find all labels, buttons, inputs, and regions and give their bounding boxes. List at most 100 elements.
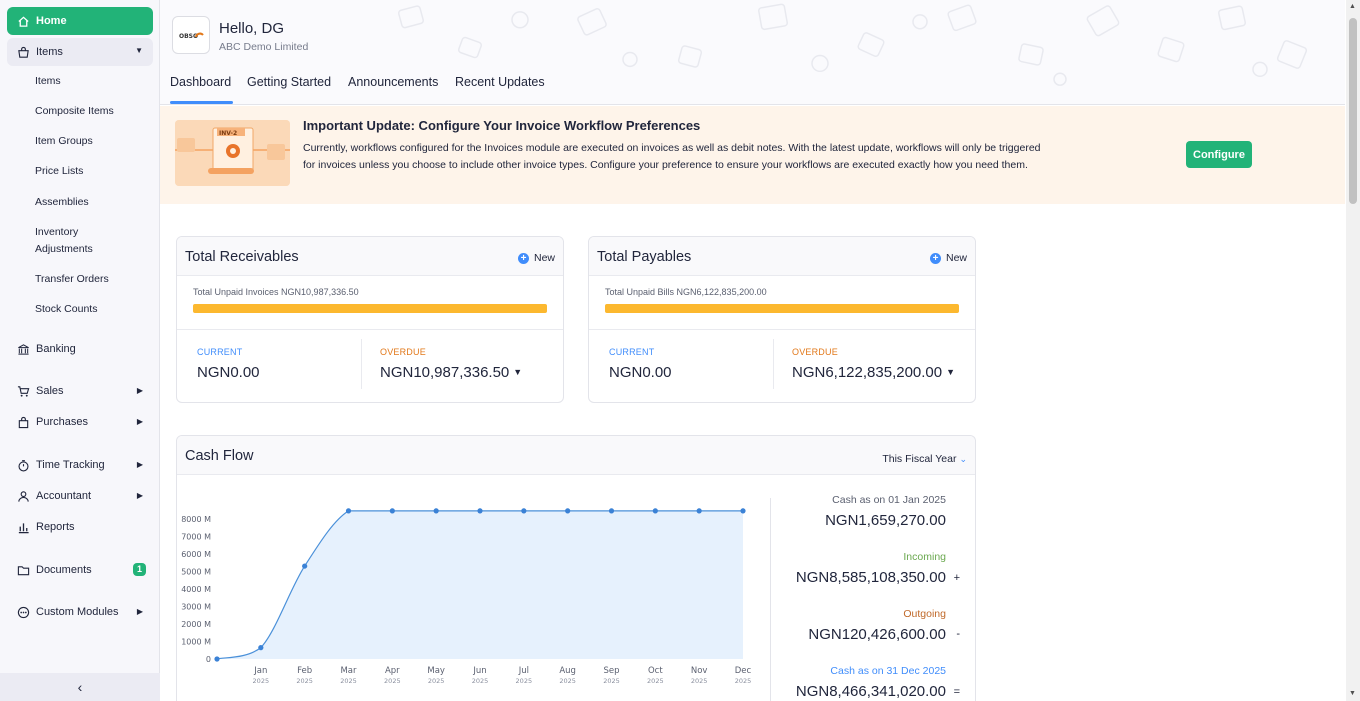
nav-custom-modules[interactable]: Custom Modules ▶	[7, 598, 153, 626]
x-tick-label: Jan	[253, 666, 267, 676]
tab-recent-updates[interactable]: Recent Updates	[455, 75, 545, 89]
documents-count-badge: 1	[133, 563, 146, 576]
cashflow-point	[477, 508, 483, 514]
sub-item-composite-items[interactable]: Composite Items	[35, 103, 114, 120]
x-tick-year: 2025	[516, 677, 533, 685]
fiscal-period-dropdown[interactable]: This Fiscal Year ⌄	[882, 453, 967, 465]
divider	[589, 329, 975, 330]
nav-documents[interactable]: Documents 1	[7, 556, 153, 584]
y-tick-label: 8000 M	[181, 515, 211, 524]
banner-title: Important Update: Configure Your Invoice…	[303, 118, 701, 133]
nav-banking[interactable]: Banking	[7, 335, 153, 363]
cart-icon	[16, 384, 30, 398]
y-tick-label: 2000 M	[181, 620, 211, 629]
nav-sales[interactable]: Sales ▶	[7, 377, 153, 405]
tab-getting-started[interactable]: Getting Started	[247, 75, 331, 89]
x-tick-label: Jun	[472, 666, 486, 676]
plus-circle-icon: +	[929, 252, 941, 264]
nav-purchases[interactable]: Purchases ▶	[7, 408, 153, 436]
tab-announcements[interactable]: Announcements	[348, 75, 438, 89]
scroll-up-icon[interactable]: ▲	[1349, 3, 1356, 10]
new-payable-label: New	[945, 252, 967, 264]
new-receivable-button[interactable]: + New	[517, 252, 555, 264]
payables-progress-bar	[605, 304, 959, 313]
illustration-label: INV-2	[219, 130, 237, 137]
minus-sign: -	[956, 628, 960, 640]
x-tick-label: Aug	[559, 666, 576, 676]
nav-sales-label: Sales	[36, 385, 64, 397]
receivables-progress-bar	[193, 304, 547, 313]
sub-item-stock-counts[interactable]: Stock Counts	[35, 301, 97, 318]
divider	[773, 339, 774, 389]
folder-icon	[16, 563, 30, 577]
sub-item-price-lists[interactable]: Price Lists	[35, 163, 83, 180]
nav-reports[interactable]: Reports	[7, 513, 153, 541]
sub-item-inventory-adjustments[interactable]: Inventory Adjustments	[35, 224, 125, 258]
cashflow-chart: 0 1000 M 2000 M 3000 M 4000 M 5000 M 6000 M 700…	[181, 508, 752, 685]
sub-item-assemblies[interactable]: Assemblies	[35, 194, 89, 211]
equals-sign: =	[953, 686, 960, 698]
current-label: CURRENT	[197, 347, 243, 357]
tab-dashboard[interactable]: Dashboard	[170, 75, 231, 89]
cashflow-point	[608, 508, 615, 514]
current-receivables-amount[interactable]: NGN0.00	[197, 364, 260, 381]
y-tick-label: 4000 M	[181, 585, 211, 594]
bank-icon	[16, 342, 30, 356]
y-tick-label: 0	[206, 655, 211, 664]
x-tick-label: Mar	[340, 666, 357, 676]
basket-icon	[16, 45, 30, 59]
page-scrollbar[interactable]: ▲ ▼	[1346, 0, 1360, 701]
nav-home[interactable]: Home	[7, 7, 153, 35]
x-tick-year: 2025	[384, 677, 401, 685]
x-tick-label: May	[427, 666, 445, 676]
cashflow-point	[740, 508, 746, 514]
chevron-down-icon: ⌄	[959, 454, 967, 464]
payables-card-header: Total Payables + New	[589, 237, 975, 276]
current-payables-amount[interactable]: NGN0.00	[609, 364, 672, 381]
payables-title: Total Payables	[597, 249, 692, 265]
overdue-label: OVERDUE	[792, 347, 838, 357]
cashflow-point	[345, 508, 352, 514]
org-name: ABC Demo Limited	[219, 41, 309, 53]
cashflow-point	[302, 563, 308, 569]
cashflow-point	[258, 645, 264, 651]
x-tick-year: 2025	[559, 677, 576, 685]
user-icon	[16, 489, 30, 503]
x-tick-year: 2025	[472, 677, 489, 685]
receivables-card-header: Total Receivables + New	[177, 237, 563, 276]
sub-item-item-groups[interactable]: Item Groups	[35, 133, 93, 150]
bag-icon	[16, 415, 30, 429]
x-tick-year: 2025	[691, 677, 708, 685]
overdue-receivables-dropdown[interactable]: NGN10,987,336.50 ▼	[380, 364, 522, 381]
home-icon	[16, 14, 30, 28]
configure-button[interactable]: Configure	[1186, 141, 1252, 168]
sidebar-collapse-button[interactable]: ‹	[0, 673, 160, 701]
sub-item-transfer-orders[interactable]: Transfer Orders	[35, 271, 109, 288]
dashboard-header: OBSO Hello, DG ABC Demo Limited Dashboar…	[160, 0, 1345, 105]
scrollbar-thumb[interactable]	[1349, 18, 1357, 204]
x-tick-label: Sep	[603, 666, 619, 676]
y-tick-label: 3000 M	[181, 602, 211, 611]
y-tick-label: 7000 M	[181, 532, 211, 541]
x-tick-label: Nov	[691, 666, 708, 676]
y-tick-label: 5000 M	[181, 567, 211, 576]
caret-right-icon: ▶	[136, 417, 143, 426]
nav-time-tracking[interactable]: Time Tracking ▶	[7, 451, 153, 479]
new-payable-button[interactable]: + New	[929, 252, 967, 264]
plus-circle-icon: +	[517, 252, 529, 264]
receivables-overdue-fill	[193, 304, 547, 313]
update-banner: INV-2 Important Update: Configure Your I…	[160, 106, 1345, 204]
header-decorative-pattern	[397, 3, 1308, 86]
scroll-down-icon[interactable]: ▼	[1349, 690, 1356, 697]
nav-accountant[interactable]: Accountant ▶	[7, 482, 153, 510]
cashflow-area	[217, 510, 743, 659]
current-label: CURRENT	[609, 347, 655, 357]
fiscal-period-label: This Fiscal Year	[882, 453, 957, 465]
sub-item-items[interactable]: Items	[35, 73, 61, 90]
nav-items-group[interactable]: Items ▼	[7, 38, 153, 66]
x-tick-year: 2025	[647, 677, 664, 685]
nav-documents-label: Documents	[36, 564, 92, 576]
caret-right-icon: ▶	[136, 607, 143, 616]
overdue-payables-dropdown[interactable]: NGN6,122,835,200.00 ▼	[792, 364, 955, 381]
overdue-payables-amount: NGN6,122,835,200.00	[792, 364, 943, 381]
